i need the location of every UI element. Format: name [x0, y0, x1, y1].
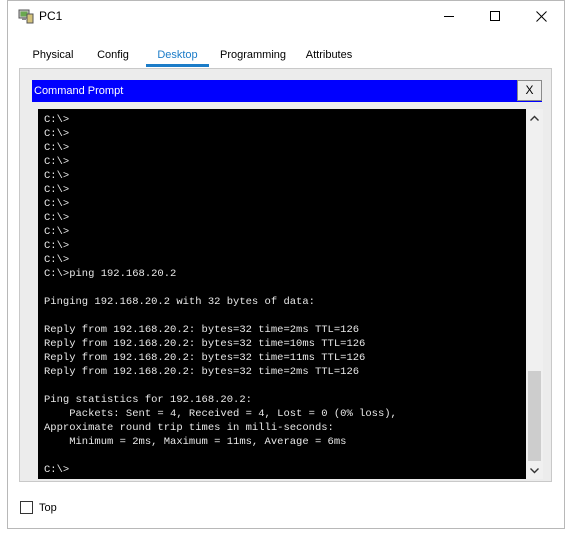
pc1-window: PC1 Physical Config Desktop Programming …	[7, 0, 565, 529]
maximize-icon	[490, 11, 500, 21]
command-prompt-title: Command Prompt	[32, 80, 542, 102]
desktop-panel: Command Prompt X C:\> C:\> C:\> C:\> C:\…	[19, 68, 552, 482]
window-title: PC1	[39, 9, 63, 23]
top-label: Top	[39, 502, 57, 514]
title-bar[interactable]: PC1	[8, 1, 564, 31]
minimize-button[interactable]	[426, 1, 472, 31]
close-icon	[535, 10, 547, 22]
tab-physical[interactable]: Physical	[27, 44, 79, 67]
scroll-up-button[interactable]	[526, 109, 543, 126]
tab-config[interactable]: Config	[91, 44, 135, 67]
tab-desktop[interactable]: Desktop	[146, 44, 209, 67]
maximize-button[interactable]	[472, 1, 518, 31]
console-scrollbar[interactable]	[526, 109, 543, 479]
command-prompt-console[interactable]: C:\> C:\> C:\> C:\> C:\> C:\> C:\> C:\> …	[38, 109, 543, 479]
top-checkbox[interactable]	[20, 501, 33, 514]
pc-icon	[18, 8, 34, 24]
tab-attributes[interactable]: Attributes	[300, 44, 358, 67]
command-prompt-close-button[interactable]: X	[517, 80, 542, 101]
window-close-button[interactable]	[518, 1, 564, 31]
minimize-icon	[444, 16, 454, 17]
scroll-thumb[interactable]	[528, 371, 541, 461]
tab-programming[interactable]: Programming	[216, 44, 290, 67]
console-output: C:\> C:\> C:\> C:\> C:\> C:\> C:\> C:\> …	[44, 114, 397, 476]
scroll-down-button[interactable]	[526, 462, 543, 479]
chevron-up-icon	[530, 115, 539, 121]
tab-bar: Physical Config Desktop Programming Attr…	[19, 44, 359, 69]
chevron-down-icon	[530, 467, 539, 473]
